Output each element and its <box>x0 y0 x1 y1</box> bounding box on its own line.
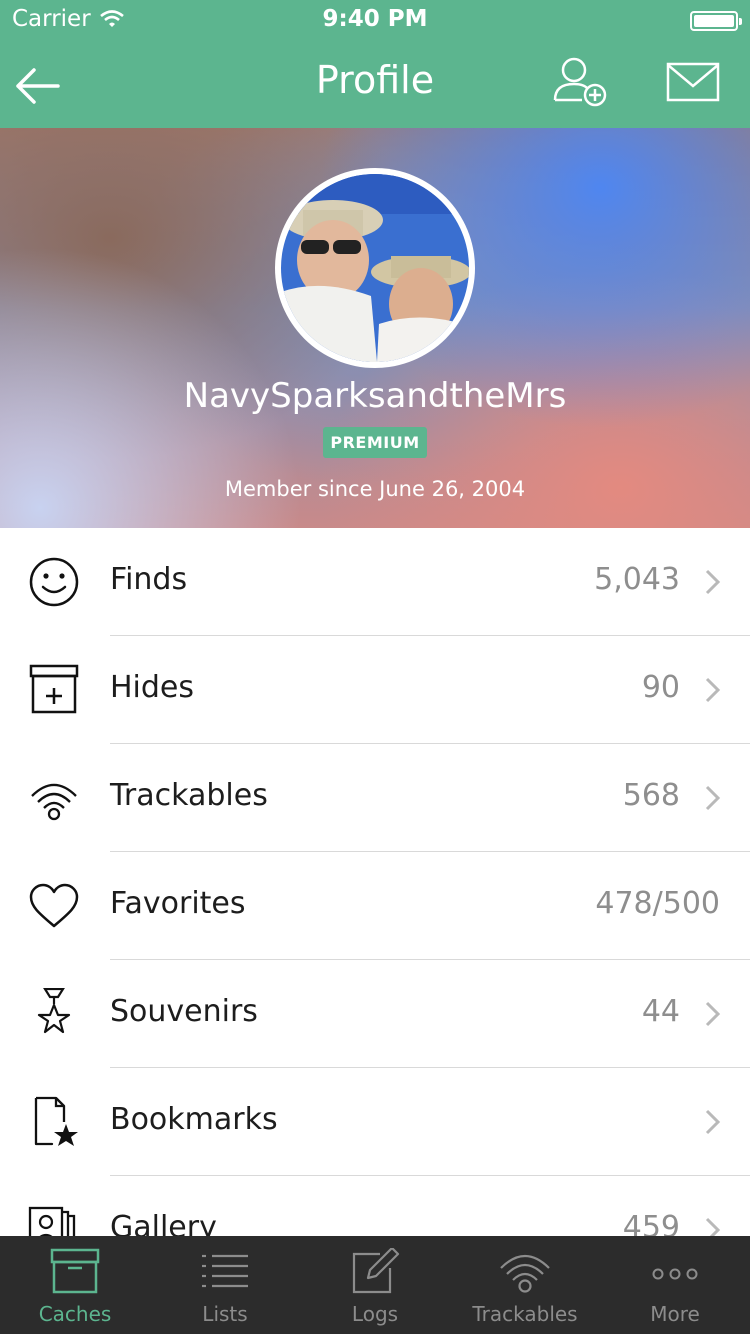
logs-icon <box>352 1248 400 1294</box>
chevron-right-icon <box>705 677 721 703</box>
row-value: 459 <box>622 1210 680 1236</box>
row-label: Gallery <box>110 1210 217 1236</box>
avatar-ring <box>275 168 475 368</box>
tab-lists[interactable]: Lists <box>150 1236 300 1334</box>
username: NavySparksandtheMrs <box>183 376 567 416</box>
list-item-gallery[interactable]: Gallery 459 <box>0 1176 750 1236</box>
tab-caches[interactable]: Caches <box>0 1236 150 1334</box>
chevron-right-icon <box>705 1217 721 1236</box>
hide-box-icon <box>29 664 79 714</box>
row-label: Hides <box>110 670 195 705</box>
row-value: 44 <box>641 994 680 1029</box>
profile-stats-list: Finds 5,043 Hides 90 Trackables 568 Favo… <box>0 528 750 1236</box>
profile-header: NavySparksandtheMrs PREMIUM Member since… <box>0 128 750 528</box>
list-item-trackables[interactable]: Trackables 568 <box>0 744 750 852</box>
list-item-favorites: Favorites 478/500 <box>0 852 750 960</box>
tab-label: Trackables <box>472 1302 578 1326</box>
row-value: 5,043 <box>594 562 680 597</box>
avatar[interactable] <box>281 174 469 362</box>
tab-label: Logs <box>351 1302 399 1326</box>
tab-bar: Caches Lists Logs Trackables More <box>0 1236 750 1334</box>
mail-icon[interactable] <box>666 62 720 102</box>
add-friend-icon[interactable] <box>552 56 612 108</box>
tab-more[interactable]: More <box>600 1236 750 1334</box>
row-value: 90 <box>641 670 680 705</box>
status-time: 9:40 PM <box>322 6 428 32</box>
row-value: 568 <box>622 778 680 813</box>
member-since: Member since June 26, 2004 <box>224 477 526 501</box>
list-item-hides[interactable]: Hides 90 <box>0 636 750 744</box>
chevron-right-icon <box>705 1109 721 1135</box>
row-value: 478/500 <box>595 886 720 921</box>
bookmark-star-icon <box>34 1096 78 1146</box>
tab-logs[interactable]: Logs <box>300 1236 450 1334</box>
medal-icon <box>37 988 71 1034</box>
tab-label: More <box>650 1302 700 1326</box>
gallery-icon <box>28 1206 76 1236</box>
list-item-bookmarks[interactable]: Bookmarks <box>0 1068 750 1176</box>
chevron-right-icon <box>705 1001 721 1027</box>
trackables-icon <box>500 1254 550 1293</box>
list-item-finds[interactable]: Finds 5,043 <box>0 528 750 636</box>
more-icon <box>652 1268 698 1280</box>
list-item-souvenirs[interactable]: Souvenirs 44 <box>0 960 750 1068</box>
chevron-right-icon <box>705 569 721 595</box>
smiley-icon <box>29 557 79 607</box>
row-label: Souvenirs <box>110 994 258 1029</box>
header: Carrier 9:40 PM Profile <box>0 0 750 128</box>
row-label: Trackables <box>110 778 268 813</box>
tab-trackables[interactable]: Trackables <box>450 1236 600 1334</box>
chevron-right-icon <box>705 785 721 811</box>
tab-label: Caches <box>38 1302 112 1326</box>
battery-icon <box>690 11 742 31</box>
caches-icon <box>50 1248 100 1294</box>
premium-badge: PREMIUM <box>323 427 427 458</box>
row-label: Favorites <box>110 886 246 921</box>
heart-icon <box>29 883 79 928</box>
lists-icon <box>202 1254 248 1288</box>
row-label: Finds <box>110 562 188 597</box>
row-label: Bookmarks <box>110 1102 278 1137</box>
page-title: Profile <box>315 58 435 102</box>
trackable-signal-icon <box>31 783 77 821</box>
tab-label: Lists <box>202 1302 248 1326</box>
